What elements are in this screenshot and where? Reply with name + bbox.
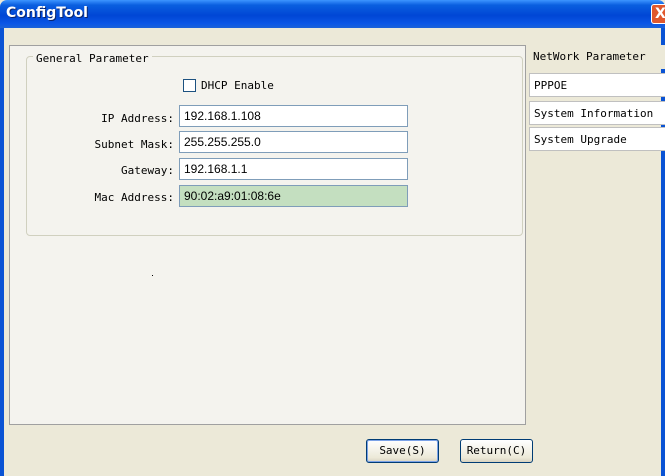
title-bar[interactable]: ConfigTool X: [0, 0, 665, 28]
subnet-mask-label: Subnet Mask:: [94, 138, 174, 151]
tab-network-parameter[interactable]: NetWork Parameter: [529, 45, 665, 69]
subnet-mask-field[interactable]: 255.255.255.0: [179, 131, 408, 153]
mac-address-label: Mac Address:: [94, 191, 174, 204]
window-title: ConfigTool: [6, 5, 88, 21]
dhcp-enable-label[interactable]: DHCP Enable: [201, 79, 274, 92]
tab-system-upgrade[interactable]: System Upgrade: [529, 127, 665, 151]
tab-pppoe[interactable]: PPPOE: [529, 73, 665, 97]
gateway-field[interactable]: 192.168.1.1: [179, 158, 408, 180]
mac-address-field: 90:02:a9:01:08:6e: [179, 185, 408, 207]
gateway-label: Gateway:: [121, 164, 174, 177]
ip-address-label: IP Address:: [101, 112, 174, 125]
close-icon: X: [655, 6, 665, 22]
close-button[interactable]: X: [651, 4, 665, 24]
general-parameter-title: General Parameter: [33, 52, 152, 65]
ip-address-field[interactable]: 192.168.1.108: [179, 105, 408, 127]
return-button[interactable]: Return(C): [460, 439, 533, 463]
tab-system-information[interactable]: System Information: [529, 101, 665, 125]
dhcp-enable-checkbox[interactable]: [183, 79, 196, 92]
save-button[interactable]: Save(S): [366, 439, 439, 463]
stray-dot: [152, 275, 153, 276]
